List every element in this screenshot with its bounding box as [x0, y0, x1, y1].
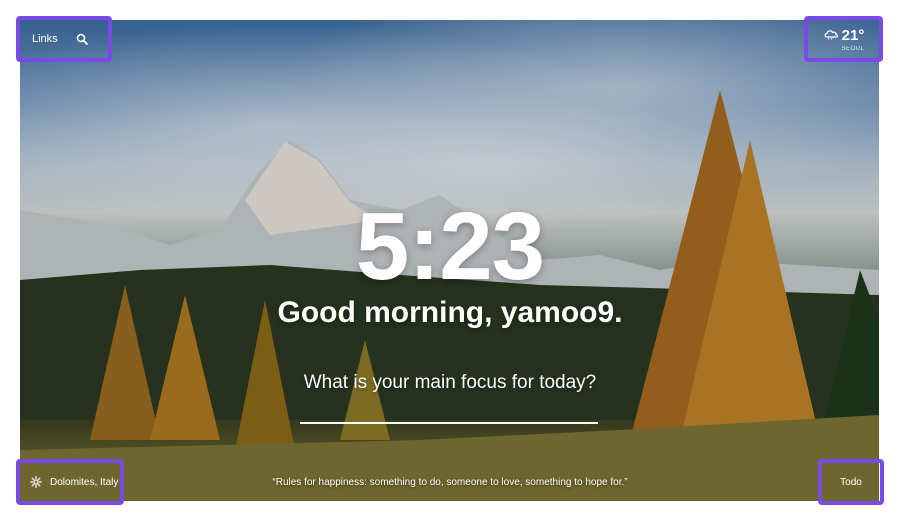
links-panel: Links	[16, 16, 112, 62]
todo-button[interactable]: Todo	[840, 477, 862, 488]
greeting-text: Good morning, yamoo9.	[277, 296, 623, 329]
focus-question: What is your main focus for today?	[303, 372, 597, 393]
clock-time: 5:23	[355, 193, 545, 300]
daily-quote[interactable]: “Rules for happiness: something to do, s…	[0, 477, 900, 488]
focus-input[interactable]	[300, 410, 598, 424]
links-button[interactable]: Links	[32, 33, 58, 45]
todo-panel: Todo	[818, 459, 884, 505]
weather-city: SEOUL	[841, 45, 865, 52]
search-icon[interactable]	[76, 33, 88, 45]
weather-widget[interactable]: 21° SEOUL	[804, 16, 883, 62]
temperature: 21°	[841, 27, 865, 44]
cloud-icon	[823, 27, 839, 45]
